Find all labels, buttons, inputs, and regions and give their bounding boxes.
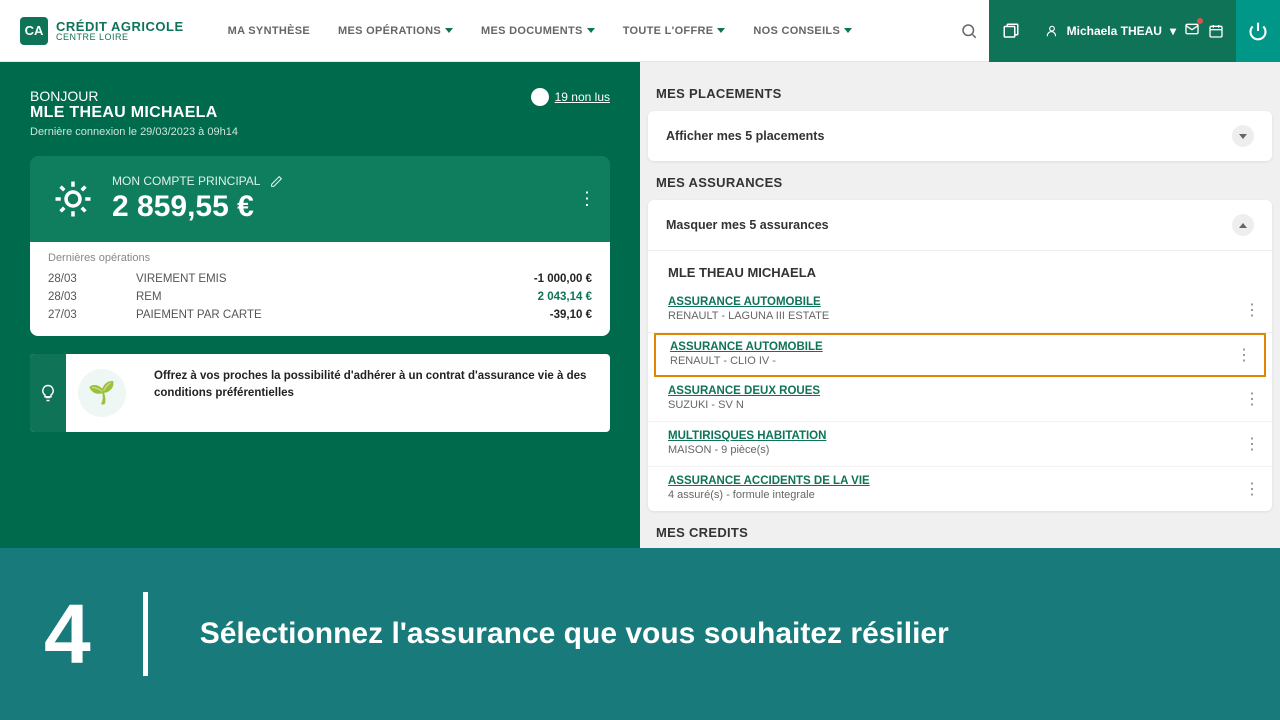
sun-icon (52, 178, 94, 220)
main-account-card: MON COMPTE PRINCIPAL 2 859,55 € Dernière… (30, 156, 610, 336)
mail-badge-icon: ✉ (531, 88, 549, 106)
assurance-link[interactable]: ASSURANCE ACCIDENTS DE LA VIE (668, 475, 1252, 487)
assurance-menu-button[interactable] (1244, 389, 1260, 409)
promo-text: Offrez à vos proches la possibilité d'ad… (138, 354, 610, 432)
logout-button[interactable] (1236, 0, 1280, 62)
nav-offers[interactable]: TOUTE L'OFFRE (623, 25, 726, 37)
promo-image: 🌱 (66, 354, 138, 432)
assurance-menu-button[interactable] (1244, 300, 1260, 320)
assurance-detail: SUZUKI - SV N (668, 399, 1252, 411)
assurance-menu-button[interactable] (1236, 345, 1252, 365)
last-connection: Dernière connexion le 29/03/2023 à 09h14 (30, 126, 238, 138)
instruction-divider (143, 592, 148, 676)
instruction-number: 4 (44, 586, 91, 683)
user-name: Michaela THEAU (1067, 24, 1162, 38)
notification-dot (1197, 18, 1203, 24)
edit-icon[interactable] (270, 175, 283, 188)
calendar-icon[interactable] (1208, 23, 1224, 39)
user-menu[interactable]: Michaela THEAU ▾ (1033, 0, 1236, 62)
nav-advice[interactable]: NOS CONSEILS (753, 25, 852, 37)
greeting-hello: BONJOUR (30, 88, 238, 104)
nav-synthesis[interactable]: MA SYNTHÈSE (228, 25, 310, 37)
chevron-down-icon (587, 28, 595, 33)
instruction-text: Sélectionnez l'assurance que vous souhai… (200, 617, 949, 651)
nav-operations[interactable]: MES OPÉRATIONS (338, 25, 453, 37)
op-date: 28/03 (48, 273, 136, 285)
assurance-item[interactable]: MULTIRISQUES HABITATION MAISON - 9 pièce… (648, 422, 1272, 467)
assurance-item[interactable]: ASSURANCE ACCIDENTS DE LA VIE 4 assuré(s… (648, 467, 1272, 511)
plant-icon: 🌱 (78, 369, 126, 417)
operation-row[interactable]: 28/03 VIREMENT EMIS -1 000,00 € (48, 270, 592, 288)
chevron-down-icon (1232, 125, 1254, 147)
op-label: PAIEMENT PAR CARTE (136, 309, 502, 321)
logo-sub: CENTRE LOIRE (56, 33, 184, 42)
promo-card[interactable]: 🌱 Offrez à vos proches la possibilité d'… (30, 354, 610, 432)
assurances-toggle[interactable]: Masquer mes 5 assurances (648, 200, 1272, 251)
unread-messages-link[interactable]: ✉ 19 non lus (531, 88, 610, 106)
lightbulb-icon (39, 384, 57, 402)
power-icon (1248, 21, 1268, 41)
nav-documents[interactable]: MES DOCUMENTS (481, 25, 595, 37)
windows-icon (1002, 22, 1020, 40)
account-balance: 2 859,55 € (112, 190, 283, 224)
op-amount: 2 043,14 € (502, 291, 592, 303)
assurances-title: MES ASSURANCES (656, 175, 1264, 190)
search-icon (960, 22, 978, 40)
search-button[interactable] (949, 9, 989, 53)
assurance-item[interactable]: ASSURANCE DEUX ROUES SUZUKI - SV N (648, 377, 1272, 422)
assurance-item[interactable]: ASSURANCE AUTOMOBILE RENAULT - LAGUNA II… (648, 288, 1272, 333)
op-label: REM (136, 291, 502, 303)
assurances-card: Masquer mes 5 assurances MLE THEAU MICHA… (648, 200, 1272, 511)
user-icon (1045, 24, 1059, 38)
assurances-owner: MLE THEAU MICHAELA (648, 251, 1272, 288)
account-title: MON COMPTE PRINCIPAL (112, 174, 260, 188)
logo[interactable]: CA CRÉDIT AGRICOLE CENTRE LOIRE (0, 17, 204, 45)
assurance-menu-button[interactable] (1244, 434, 1260, 454)
windows-button[interactable] (989, 0, 1033, 62)
top-bar: CA CRÉDIT AGRICOLE CENTRE LOIRE MA SYNTH… (0, 0, 1280, 62)
operations-table: Dernières opérations 28/03 VIREMENT EMIS… (30, 242, 610, 336)
assurance-link[interactable]: ASSURANCE AUTOMOBILE (668, 296, 1252, 308)
assurance-detail: 4 assuré(s) - formule integrale (668, 489, 1252, 501)
greeting-name: MLE THEAU MICHAELA (30, 104, 238, 122)
op-amount: -39,10 € (502, 309, 592, 321)
assurance-link[interactable]: MULTIRISQUES HABITATION (668, 430, 1252, 442)
placements-toggle[interactable]: Afficher mes 5 placements (648, 111, 1272, 161)
logo-main: CRÉDIT AGRICOLE (56, 20, 184, 33)
assurances-toggle-label: Masquer mes 5 assurances (666, 218, 829, 232)
assurance-link[interactable]: ASSURANCE DEUX ROUES (668, 385, 1252, 397)
caret-down-icon: ▾ (1170, 24, 1176, 38)
assurance-detail: RENAULT - CLIO IV - (670, 355, 1250, 367)
operation-row[interactable]: 27/03 PAIEMENT PAR CARTE -39,10 € (48, 306, 592, 324)
placements-toggle-label: Afficher mes 5 placements (666, 129, 824, 143)
instruction-banner: 4 Sélectionnez l'assurance que vous souh… (0, 548, 1280, 720)
operation-row[interactable]: 28/03 REM 2 043,14 € (48, 288, 592, 306)
assurance-link[interactable]: ASSURANCE AUTOMOBILE (670, 341, 1250, 353)
promo-accent (30, 354, 66, 432)
chevron-down-icon (445, 28, 453, 33)
op-amount: -1 000,00 € (502, 273, 592, 285)
account-menu-button[interactable] (578, 189, 596, 210)
right-panel: MES PLACEMENTS Afficher mes 5 placements… (640, 62, 1280, 548)
unread-count: 19 non lus (555, 90, 610, 104)
left-panel: BONJOUR MLE THEAU MICHAELA Dernière conn… (0, 62, 640, 548)
mail-button[interactable] (1184, 21, 1200, 40)
assurance-menu-button[interactable] (1244, 479, 1260, 499)
placements-title: MES PLACEMENTS (656, 86, 1264, 101)
chevron-down-icon (717, 28, 725, 33)
operations-title: Dernières opérations (48, 252, 592, 264)
assurance-detail: MAISON - 9 pièce(s) (668, 444, 1252, 456)
credits-title: MES CREDITS (656, 525, 1264, 540)
op-label: VIREMENT EMIS (136, 273, 502, 285)
logo-icon: CA (20, 17, 48, 45)
op-date: 27/03 (48, 309, 136, 321)
chevron-down-icon (844, 28, 852, 33)
chevron-up-icon (1232, 214, 1254, 236)
assurance-detail: RENAULT - LAGUNA III ESTATE (668, 310, 1252, 322)
op-date: 28/03 (48, 291, 136, 303)
main-nav: MA SYNTHÈSE MES OPÉRATIONS MES DOCUMENTS… (228, 25, 852, 37)
assurance-item[interactable]: ASSURANCE AUTOMOBILE RENAULT - CLIO IV - (654, 333, 1266, 377)
